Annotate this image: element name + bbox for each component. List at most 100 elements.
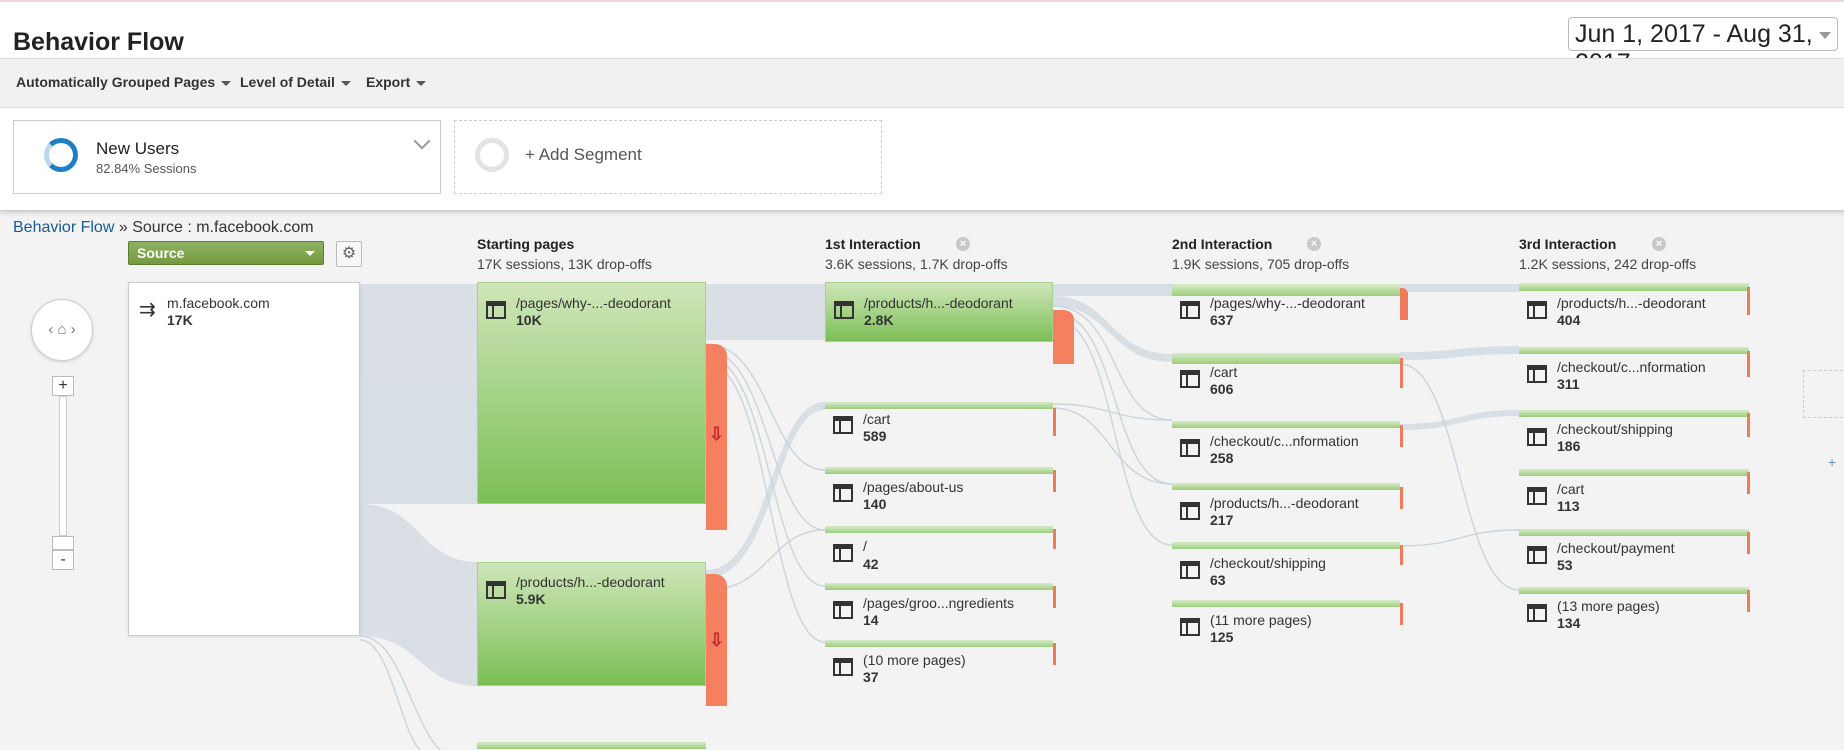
drop-off-bar[interactable] <box>1053 310 1074 364</box>
page-icon <box>1527 301 1547 319</box>
node-label: /products/h...-deodorant <box>516 574 665 590</box>
interaction-node-bar[interactable] <box>825 583 1053 590</box>
node-value: 2.8K <box>864 312 894 328</box>
zoom-out-button[interactable]: - <box>52 550 74 570</box>
drop-off-bar[interactable] <box>1747 351 1750 377</box>
node-label[interactable]: /products/h...-deodorant <box>1210 495 1359 511</box>
drop-off-bar[interactable] <box>1400 425 1403 447</box>
node-label: /pages/why-...-deodorant <box>516 295 671 311</box>
page-icon <box>1180 301 1200 319</box>
drop-off-bar[interactable] <box>1400 358 1403 388</box>
starting-page-node[interactable]: /products/h...-deodorant 5.9K <box>477 562 706 686</box>
node-value: 42 <box>863 556 879 572</box>
drop-off-bar[interactable] <box>1747 532 1750 554</box>
node-label[interactable]: (10 more pages) <box>863 652 966 668</box>
node-value: 140 <box>863 496 887 512</box>
node-label[interactable]: /products/h...-deodorant <box>1557 295 1706 311</box>
node-value: 637 <box>1210 312 1234 328</box>
page-icon <box>1527 604 1547 622</box>
source-node[interactable]: ⇉ m.facebook.com 17K <box>128 282 360 636</box>
node-value: 5.9K <box>516 591 546 607</box>
page-icon <box>1527 487 1547 505</box>
page-icon <box>834 301 854 319</box>
page-icon <box>486 581 506 599</box>
close-icon[interactable]: × <box>1652 237 1666 251</box>
starting-page-node[interactable]: /pages/why-...-deodorant 10K <box>477 282 706 504</box>
node-label[interactable]: /cart <box>1210 364 1237 380</box>
node-label[interactable]: (13 more pages) <box>1557 598 1660 614</box>
column-title-starting-pages: Starting pages <box>477 236 575 252</box>
drop-off-bar[interactable] <box>1400 288 1408 320</box>
drop-off-bar[interactable] <box>1747 413 1750 437</box>
node-label[interactable]: /pages/groo...ngredients <box>863 595 1014 611</box>
node-label[interactable]: /cart <box>863 411 890 427</box>
node-label[interactable]: /pages/about-us <box>863 479 963 495</box>
add-step-plus[interactable]: + <box>1828 454 1836 470</box>
page-icon <box>833 658 853 676</box>
node-label[interactable]: (11 more pages) <box>1210 612 1312 628</box>
interaction-node-bar[interactable] <box>825 402 1053 409</box>
drop-off-bar[interactable] <box>1400 603 1403 625</box>
interaction-node-bar[interactable] <box>1172 600 1400 607</box>
node-label[interactable]: /checkout/shipping <box>1557 421 1673 437</box>
interaction-node-bar[interactable] <box>825 526 1053 533</box>
source-node-label: m.facebook.com <box>167 295 270 311</box>
node-label[interactable]: /checkout/c...nformation <box>1210 433 1359 449</box>
interaction-node-bar[interactable] <box>1172 353 1400 364</box>
node-value: 63 <box>1210 572 1226 588</box>
zoom-slider-track[interactable] <box>59 396 67 536</box>
interaction-node-bar[interactable] <box>1519 410 1749 417</box>
node-value: 258 <box>1210 450 1234 466</box>
source-node-value: 17K <box>167 312 193 328</box>
drop-off-bar[interactable] <box>1400 545 1403 565</box>
node-label[interactable]: /checkout/shipping <box>1210 555 1326 571</box>
source-arrows-icon: ⇉ <box>139 299 156 321</box>
zoom-slider-handle[interactable] <box>52 536 74 550</box>
node-value: 311 <box>1557 376 1580 392</box>
page-icon <box>1180 439 1200 457</box>
close-icon[interactable]: × <box>1307 237 1321 251</box>
drop-off-bar[interactable] <box>1053 529 1056 549</box>
page-icon <box>1527 546 1547 564</box>
starting-page-node[interactable] <box>477 742 706 749</box>
node-label[interactable]: /cart <box>1557 481 1584 497</box>
drop-off-bar[interactable] <box>1747 472 1750 494</box>
interaction-node-bar[interactable] <box>1519 283 1749 291</box>
node-value: 14 <box>863 612 879 628</box>
pan-control[interactable]: ‹ ⌂ › <box>31 299 93 361</box>
interaction-node-bar[interactable] <box>825 467 1053 474</box>
page-icon <box>1180 370 1200 388</box>
page-icon <box>833 484 853 502</box>
drop-off-bar[interactable] <box>1053 408 1056 436</box>
interaction-node-bar[interactable] <box>1519 587 1749 594</box>
interaction-node-bar[interactable] <box>1519 529 1749 536</box>
node-label[interactable]: / <box>863 538 867 554</box>
column-title-1st-interaction: 1st Interaction <box>825 236 921 252</box>
interaction-node-bar[interactable] <box>1172 542 1400 549</box>
node-label[interactable]: /pages/why-...-deodorant <box>1210 295 1365 311</box>
interaction-node[interactable]: /products/h...-deodorant 2.8K <box>825 282 1053 342</box>
close-icon[interactable]: × <box>956 237 970 251</box>
page-icon <box>833 416 853 434</box>
interaction-node-bar[interactable] <box>825 640 1053 647</box>
node-label[interactable]: /checkout/payment <box>1557 540 1675 556</box>
node-value: 53 <box>1557 557 1573 573</box>
page-icon <box>833 601 853 619</box>
interaction-node-bar[interactable] <box>1519 347 1749 354</box>
column-title-3rd-interaction: 3rd Interaction <box>1519 236 1617 252</box>
interaction-node-bar[interactable] <box>1172 421 1400 428</box>
node-label[interactable]: /checkout/c...nformation <box>1557 359 1706 375</box>
zoom-in-button[interactable]: + <box>52 376 74 396</box>
drop-off-bar[interactable] <box>1400 487 1403 509</box>
drop-off-bar[interactable] <box>1053 586 1056 608</box>
drop-arrow-icon: ⇩ <box>709 630 725 650</box>
drop-off-bar[interactable] <box>1053 643 1056 665</box>
drop-off-bar[interactable] <box>1747 287 1750 315</box>
page-icon <box>833 544 853 562</box>
interaction-node-bar[interactable] <box>1519 469 1749 476</box>
interaction-node-bar[interactable] <box>1172 483 1400 490</box>
drop-off-bar[interactable] <box>1747 590 1750 612</box>
page-icon <box>1527 365 1547 383</box>
add-step-placeholder[interactable] <box>1803 370 1844 418</box>
drop-off-bar[interactable] <box>1053 470 1056 492</box>
